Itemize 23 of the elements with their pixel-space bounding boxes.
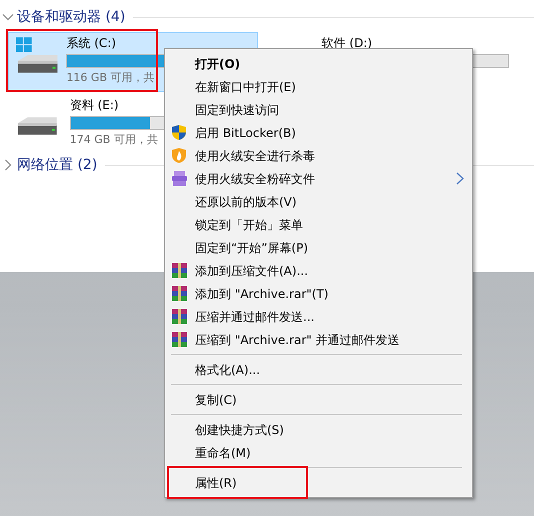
drive-label: 软件 (D:) — [322, 36, 372, 51]
menu-item[interactable]: 添加到压缩文件(A)... — [167, 259, 470, 282]
menu-item[interactable]: 格式化(A)... — [167, 358, 470, 381]
menu-item[interactable]: 使用火绒安全粉碎文件 — [167, 167, 470, 190]
menu-item[interactable]: 锁定到「开始」菜单 — [167, 213, 470, 236]
menu-item[interactable]: 启用 BitLocker(B) — [167, 121, 470, 144]
menu-item[interactable]: 还原以前的版本(V) — [167, 190, 470, 213]
free-space-text: 174 GB 可用，共 — [70, 132, 158, 148]
free-space-text: 116 GB 可用，共 — [66, 70, 154, 86]
menu-item[interactable]: 添加到 "Archive.rar"(T) — [167, 282, 470, 305]
drive-label: 资料 (E:) — [70, 98, 119, 113]
menu-item[interactable]: 压缩并通过邮件发送... — [167, 305, 470, 328]
group-header[interactable]: 网络位置 (2) — [17, 154, 98, 176]
menu-item[interactable]: 属性(R) — [167, 471, 470, 494]
menu-item[interactable]: 压缩到 "Archive.rar" 并通过邮件发送 — [167, 328, 470, 351]
menu-item[interactable]: 重命名(M) — [167, 441, 470, 464]
drive-label: 系统 (C:) — [66, 36, 116, 51]
menu-item[interactable]: 使用火绒安全进行杀毒 — [167, 144, 470, 167]
menu-item[interactable]: 固定到“开始”屏幕(P) — [167, 236, 470, 259]
menu-item[interactable]: 固定到快速访问 — [167, 98, 470, 121]
menu-item[interactable]: 创建快捷方式(S) — [167, 418, 470, 441]
menu-item[interactable]: 复制(C) — [167, 388, 470, 411]
group-header[interactable]: 设备和驱动器 (4) — [17, 6, 126, 28]
